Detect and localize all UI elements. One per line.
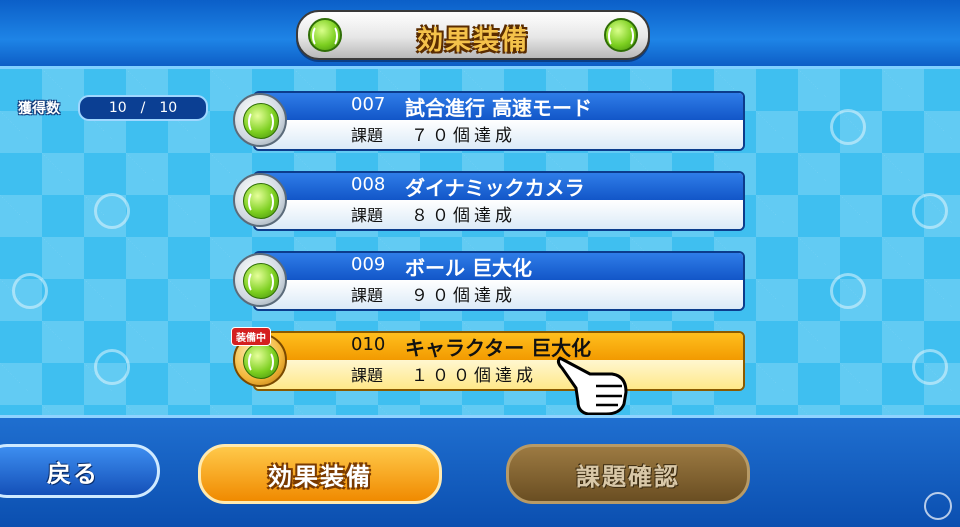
requirement-text: １００個達成 (411, 366, 537, 386)
site-logo-icon (924, 492, 952, 520)
effect-item[interactable]: 009 ボール 巨大化 課題 ９０個達成 (233, 251, 745, 311)
tennis-ball-medal-icon (233, 253, 287, 307)
requirement-text: ７０個達成 (411, 126, 516, 146)
effect-code: 007 (351, 94, 386, 115)
watermark-ball-icon (94, 349, 130, 385)
page-title: 効果装備 (416, 26, 529, 56)
effect-code: 008 (351, 174, 386, 195)
requirement-label: 課題 (351, 286, 384, 305)
watermark-ball-icon (12, 273, 48, 309)
obtained-current: 10 (108, 100, 127, 116)
watermark-ball-icon (830, 109, 866, 145)
watermark-ball-icon (912, 349, 948, 385)
requirement-text: ８０個達成 (411, 206, 516, 226)
requirement-label: 課題 (351, 366, 384, 385)
effect-code: 009 (351, 254, 386, 275)
watermark-ball-icon (94, 193, 130, 229)
watermark-ball-icon (830, 273, 866, 309)
header-bar: 効果装備 (0, 0, 960, 69)
equipped-badge: 装備中 (231, 327, 271, 346)
tennis-ball-medal-icon (233, 93, 287, 147)
obtained-count: 10 / 10 (78, 95, 208, 121)
tennis-ball-icon (604, 18, 638, 52)
effect-item[interactable]: 007 試合進行 高速モード 課題 ７０個達成 (233, 91, 745, 151)
requirement-label: 課題 (351, 206, 384, 225)
effect-code: 010 (351, 334, 386, 355)
check-task-button[interactable]: 課題確認 (506, 444, 750, 504)
requirement-label: 課題 (351, 126, 384, 145)
effect-name: ボール 巨大化 (405, 256, 532, 280)
effect-item-selected[interactable]: 装備中 010 キャラクター 巨大化 課題 １００個達成 (231, 327, 745, 391)
requirement-text: ９０個達成 (411, 286, 516, 306)
effect-name: 試合進行 高速モード (405, 96, 592, 120)
back-button[interactable]: 戻る (0, 444, 160, 498)
equip-effect-button[interactable]: 効果装備 (198, 444, 442, 504)
obtained-count-label: 獲得数 (18, 101, 60, 117)
effect-name: ダイナミックカメラ (405, 176, 585, 200)
title-plate: 効果装備 (296, 10, 650, 60)
tennis-ball-medal-icon (233, 173, 287, 227)
obtained-total: 10 (159, 100, 178, 116)
obtained-separator: / (140, 100, 146, 116)
watermark-ball-icon (912, 193, 948, 229)
effect-item[interactable]: 008 ダイナミックカメラ 課題 ８０個達成 (233, 171, 745, 231)
pointing-hand-icon (556, 356, 628, 416)
